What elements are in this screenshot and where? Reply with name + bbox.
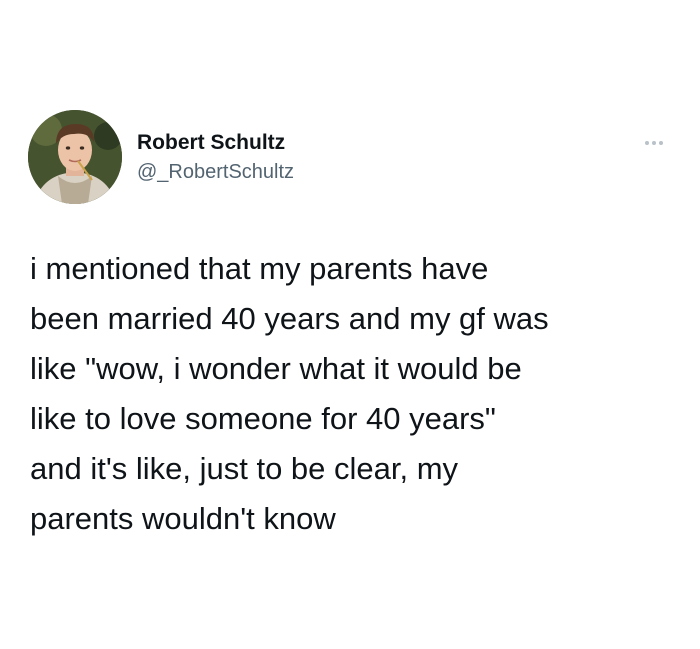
avatar[interactable] xyxy=(28,110,122,204)
tweet-card: Robert Schultz @_RobertSchultz i mention… xyxy=(0,0,700,649)
tweet-text-line: parents wouldn't know xyxy=(30,501,336,536)
more-dot xyxy=(659,141,663,145)
tweet-text-line: like to love someone for 40 years" xyxy=(30,401,496,436)
author-handle[interactable]: @_RobertSchultz xyxy=(137,160,294,184)
tweet-text-line: and it's like, just to be clear, my xyxy=(30,451,459,486)
more-dot xyxy=(645,141,649,145)
tweet-text: i mentioned that my parents have been ma… xyxy=(30,244,680,544)
tweet-text-line: like "wow, i wonder what it would be xyxy=(30,351,522,386)
more-dot xyxy=(652,141,656,145)
tweet-text-line: i mentioned that my parents have xyxy=(30,251,489,286)
more-options-icon[interactable] xyxy=(638,136,670,150)
tweet-author: Robert Schultz @_RobertSchultz xyxy=(137,130,294,184)
user-avatar-photo-icon xyxy=(28,110,122,204)
author-display-name[interactable]: Robert Schultz xyxy=(137,130,294,156)
tweet-text-line: been married 40 years and my gf was xyxy=(30,301,549,336)
